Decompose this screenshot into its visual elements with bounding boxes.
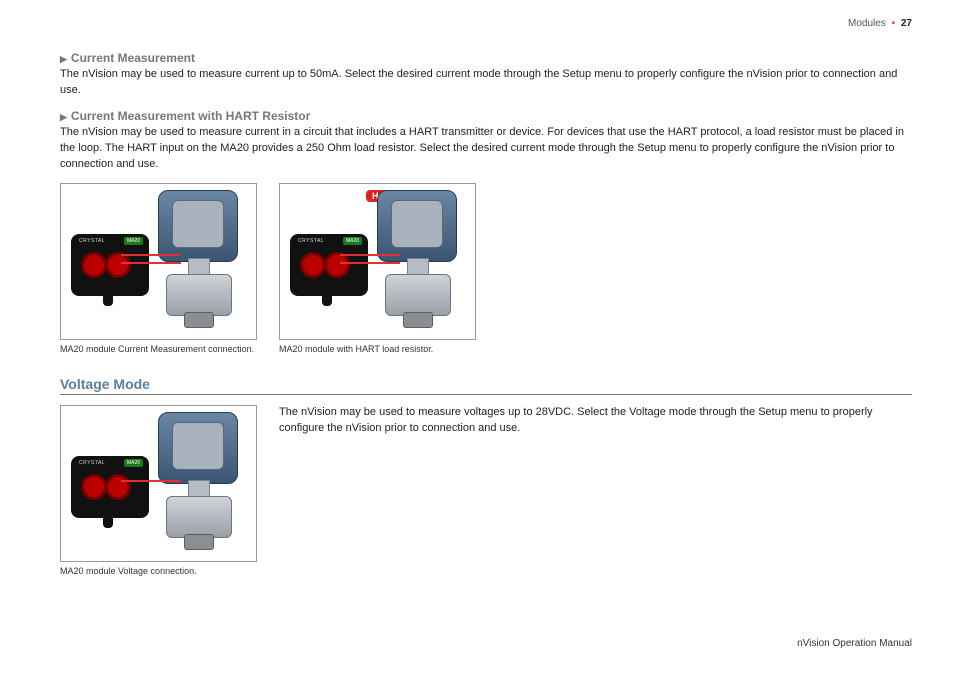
header-sep: •	[892, 18, 896, 29]
subheading-hart: ▶Current Measurement with HART Resistor	[60, 109, 912, 123]
voltage-row: CRYSTAL MA20 MA20 module Voltage connect…	[60, 405, 912, 576]
subheading-current: ▶Current Measurement	[60, 51, 912, 65]
figure-voltage: CRYSTAL MA20	[60, 405, 257, 562]
ma20-module: CRYSTAL MA20	[290, 234, 368, 296]
figure-hart-resistor: HART CRYSTAL MA20	[279, 183, 476, 340]
footer-manual-title: nVision Operation Manual	[797, 638, 912, 649]
triangle-icon: ▶	[60, 54, 67, 64]
figure-caption: MA20 module with HART load resistor.	[279, 344, 476, 354]
section-voltage-title: Voltage Mode	[60, 376, 912, 392]
page-header: Modules • 27	[60, 18, 912, 29]
figure-caption: MA20 module Voltage connection.	[60, 566, 257, 576]
transmitter-device	[367, 190, 467, 330]
figure-current-measurement: CRYSTAL MA20	[60, 183, 257, 340]
figure-row-1: CRYSTAL MA20 MA20 module Current Measure…	[60, 183, 912, 354]
hart-body: The nVision may be used to measure curre…	[60, 125, 912, 173]
ma20-module: CRYSTAL MA20	[71, 234, 149, 296]
ma20-module: CRYSTAL MA20	[71, 456, 149, 518]
header-page-number: 27	[901, 18, 912, 29]
transmitter-device	[148, 412, 248, 552]
triangle-icon: ▶	[60, 112, 67, 122]
section-rule	[60, 394, 912, 395]
current-body: The nVision may be used to measure curre…	[60, 67, 912, 99]
figure-caption: MA20 module Current Measurement connecti…	[60, 344, 257, 354]
voltage-body: The nVision may be used to measure volta…	[279, 405, 912, 437]
header-section: Modules	[848, 18, 886, 29]
transmitter-device	[148, 190, 248, 330]
